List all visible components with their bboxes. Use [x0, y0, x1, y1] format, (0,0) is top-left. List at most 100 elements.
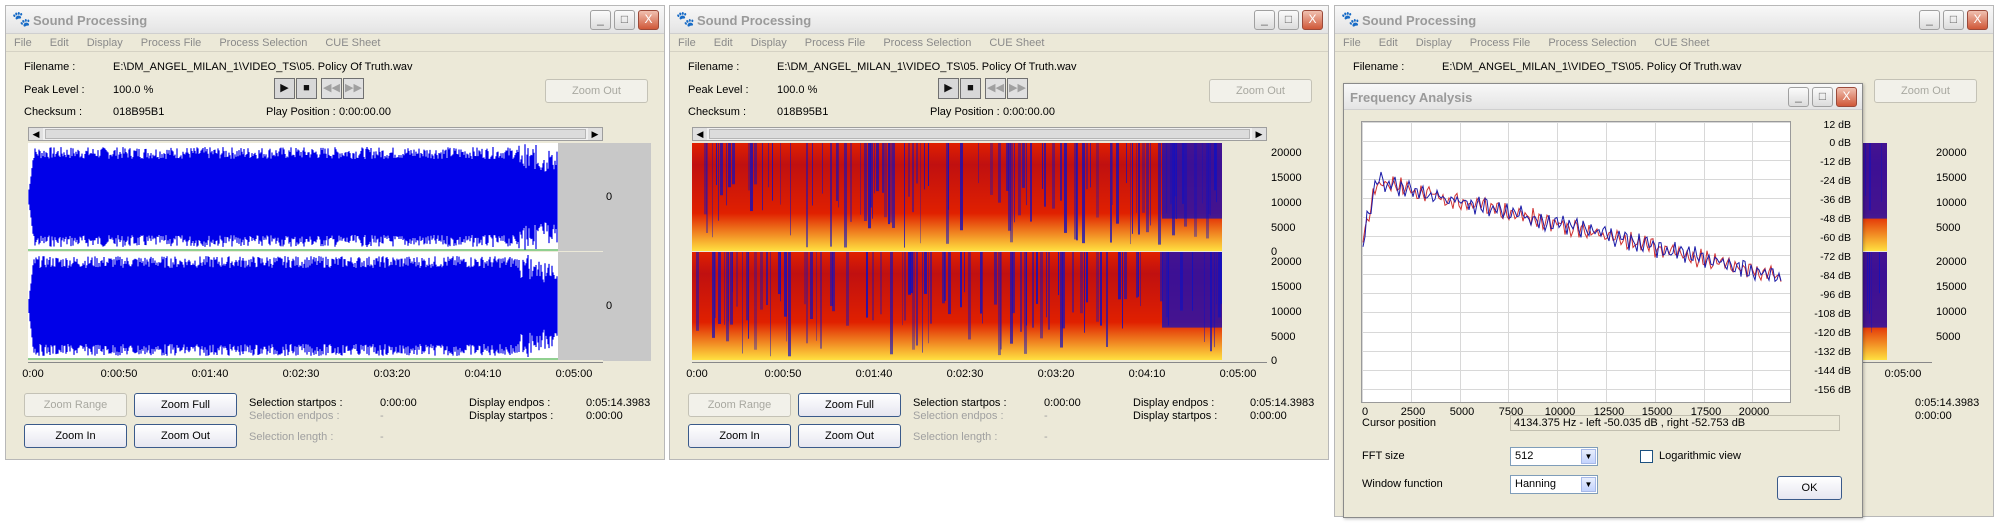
minimize-button[interactable]: _ [1919, 10, 1940, 30]
zoom-full-button[interactable]: Zoom Full [134, 393, 237, 417]
stop-button[interactable]: ■ [296, 78, 317, 99]
zoom-out-button[interactable]: Zoom Out [798, 424, 901, 448]
db-tick: -36 dB [1820, 194, 1851, 206]
forward-button[interactable]: ▶▶ [343, 78, 364, 99]
window-function-select[interactable]: Hanning ▼ [1510, 475, 1598, 494]
menu-edit[interactable]: Edit [50, 37, 69, 49]
menu-process-file[interactable]: Process File [805, 37, 866, 49]
logarithmic-view-checkbox[interactable] [1640, 450, 1653, 463]
menu-bar: File Edit Display Process File Process S… [1335, 34, 1993, 52]
window-function-label: Window function [1362, 478, 1443, 490]
menu-cue-sheet[interactable]: CUE Sheet [989, 37, 1044, 49]
scroll-left-arrow-icon[interactable]: ◀ [693, 128, 707, 140]
fft-size-select[interactable]: 512 ▼ [1510, 447, 1598, 466]
selection-startpos-value: 0:00:00 [1044, 397, 1081, 409]
waveform-right-channel[interactable] [28, 252, 603, 360]
menu-file[interactable]: File [678, 37, 696, 49]
close-button[interactable]: X [1967, 10, 1988, 30]
db-tick: 0 dB [1829, 137, 1851, 149]
time-tick: 0:03:20 [373, 368, 411, 380]
menu-edit[interactable]: Edit [714, 37, 733, 49]
chevron-down-icon[interactable]: ▼ [1581, 449, 1596, 464]
minimize-button[interactable]: _ [590, 10, 611, 30]
rewind-button[interactable]: ◀◀ [985, 78, 1006, 99]
spectrogram-left-channel[interactable] [692, 143, 1267, 251]
menu-process-file[interactable]: Process File [1470, 37, 1531, 49]
scroll-thumb[interactable] [709, 129, 1250, 139]
menu-file[interactable]: File [14, 37, 32, 49]
zoom-in-button[interactable]: Zoom In [688, 424, 791, 448]
channel-scale-gutter [603, 143, 651, 361]
waveform-left-channel[interactable] [28, 143, 603, 251]
menu-display[interactable]: Display [751, 37, 787, 49]
menu-edit[interactable]: Edit [1379, 37, 1398, 49]
forward-button[interactable]: ▶▶ [1007, 78, 1028, 99]
time-tick: 0:00 [22, 368, 44, 380]
play-position-label: Play Position : [930, 106, 1000, 118]
menu-process-file[interactable]: Process File [141, 37, 202, 49]
db-tick: -108 dB [1814, 308, 1851, 320]
stop-button[interactable]: ■ [960, 78, 981, 99]
maximize-button[interactable]: □ [614, 10, 635, 30]
frequency-plot[interactable] [1361, 121, 1791, 403]
ok-button[interactable]: OK [1777, 476, 1842, 500]
freq-tick: 10000 [1271, 306, 1302, 318]
zoom-full-button[interactable]: Zoom Full [798, 393, 901, 417]
menu-display[interactable]: Display [87, 37, 123, 49]
title-bar[interactable]: 🐾 Sound Processing _ □ X [1335, 6, 1993, 34]
rewind-button[interactable]: ◀◀ [321, 78, 342, 99]
time-tick: 0:05:00 [1884, 368, 1922, 380]
scroll-thumb[interactable] [45, 129, 586, 139]
menu-display[interactable]: Display [1416, 37, 1452, 49]
zoom-out-top-button[interactable]: Zoom Out [1209, 79, 1312, 103]
horizontal-scrollbar[interactable]: ◀ ▶ [28, 127, 603, 141]
menu-process-selection[interactable]: Process Selection [1548, 37, 1636, 49]
menu-process-selection[interactable]: Process Selection [219, 37, 307, 49]
menu-process-selection[interactable]: Process Selection [883, 37, 971, 49]
db-tick: -48 dB [1820, 213, 1851, 225]
play-button[interactable]: ▶ [938, 78, 959, 99]
minimize-button[interactable]: _ [1254, 10, 1275, 30]
spectrogram-right-channel[interactable] [692, 252, 1267, 360]
db-axis: 12 dB 0 dB -12 dB -24 dB -36 dB -48 dB -… [1793, 119, 1851, 403]
play-button[interactable]: ▶ [274, 78, 295, 99]
scroll-left-arrow-icon[interactable]: ◀ [29, 128, 43, 140]
app-icon: 🐾 [1341, 11, 1360, 28]
db-tick: -156 dB [1814, 384, 1851, 396]
dialog-title-bar[interactable]: Frequency Analysis _ □ X [1344, 84, 1862, 110]
frequency-analysis-dialog: Frequency Analysis _ □ X 12 dB 0 dB -12 … [1343, 83, 1863, 518]
maximize-button[interactable]: □ [1278, 10, 1299, 30]
chevron-down-icon[interactable]: ▼ [1581, 477, 1596, 492]
freq-tick: 15000 [1936, 172, 1967, 184]
title-bar[interactable]: 🐾 Sound Processing _ □ X [670, 6, 1328, 34]
zoom-range-button[interactable]: Zoom Range [688, 393, 791, 417]
zoom-in-button[interactable]: Zoom In [24, 424, 127, 448]
scroll-right-arrow-icon[interactable]: ▶ [1252, 128, 1266, 140]
horizontal-scrollbar[interactable]: ◀ ▶ [692, 127, 1267, 141]
display-startpos-label: Display startpos : [469, 410, 554, 422]
maximize-button[interactable]: □ [1943, 10, 1964, 30]
display-endpos-value: 0:05:14.3983 [1250, 397, 1315, 409]
zoom-range-button[interactable]: Zoom Range [24, 393, 127, 417]
peak-value: 100.0 % [113, 84, 154, 96]
selection-startpos-label: Selection startpos : [249, 397, 343, 409]
close-button[interactable]: X [1302, 10, 1323, 30]
freq-tick: 5000 [1936, 331, 1961, 343]
display-endpos-label: Display endpos : [469, 397, 551, 409]
filename-value: E:\DM_ANGEL_MILAN_1\VIDEO_TS\05. Policy … [113, 61, 413, 73]
close-button[interactable]: X [638, 10, 659, 30]
title-bar[interactable]: 🐾 Sound Processing _ □ X [6, 6, 664, 34]
close-button[interactable]: X [1836, 87, 1857, 107]
selection-length-value: - [380, 431, 384, 443]
display-endpos-value: 0:05:14.3983 [1915, 397, 1980, 409]
menu-cue-sheet[interactable]: CUE Sheet [325, 37, 380, 49]
minimize-button[interactable]: _ [1788, 87, 1809, 107]
zoom-out-top-button[interactable]: Zoom Out [1874, 79, 1977, 103]
zoom-out-top-button[interactable]: Zoom Out [545, 79, 648, 103]
maximize-button[interactable]: □ [1812, 87, 1833, 107]
zoom-out-button[interactable]: Zoom Out [134, 424, 237, 448]
menu-file[interactable]: File [1343, 37, 1361, 49]
time-axis: 0:00 0:00:50 0:01:40 0:02:30 0:03:20 0:0… [686, 362, 1267, 382]
menu-cue-sheet[interactable]: CUE Sheet [1654, 37, 1709, 49]
scroll-right-arrow-icon[interactable]: ▶ [588, 128, 602, 140]
